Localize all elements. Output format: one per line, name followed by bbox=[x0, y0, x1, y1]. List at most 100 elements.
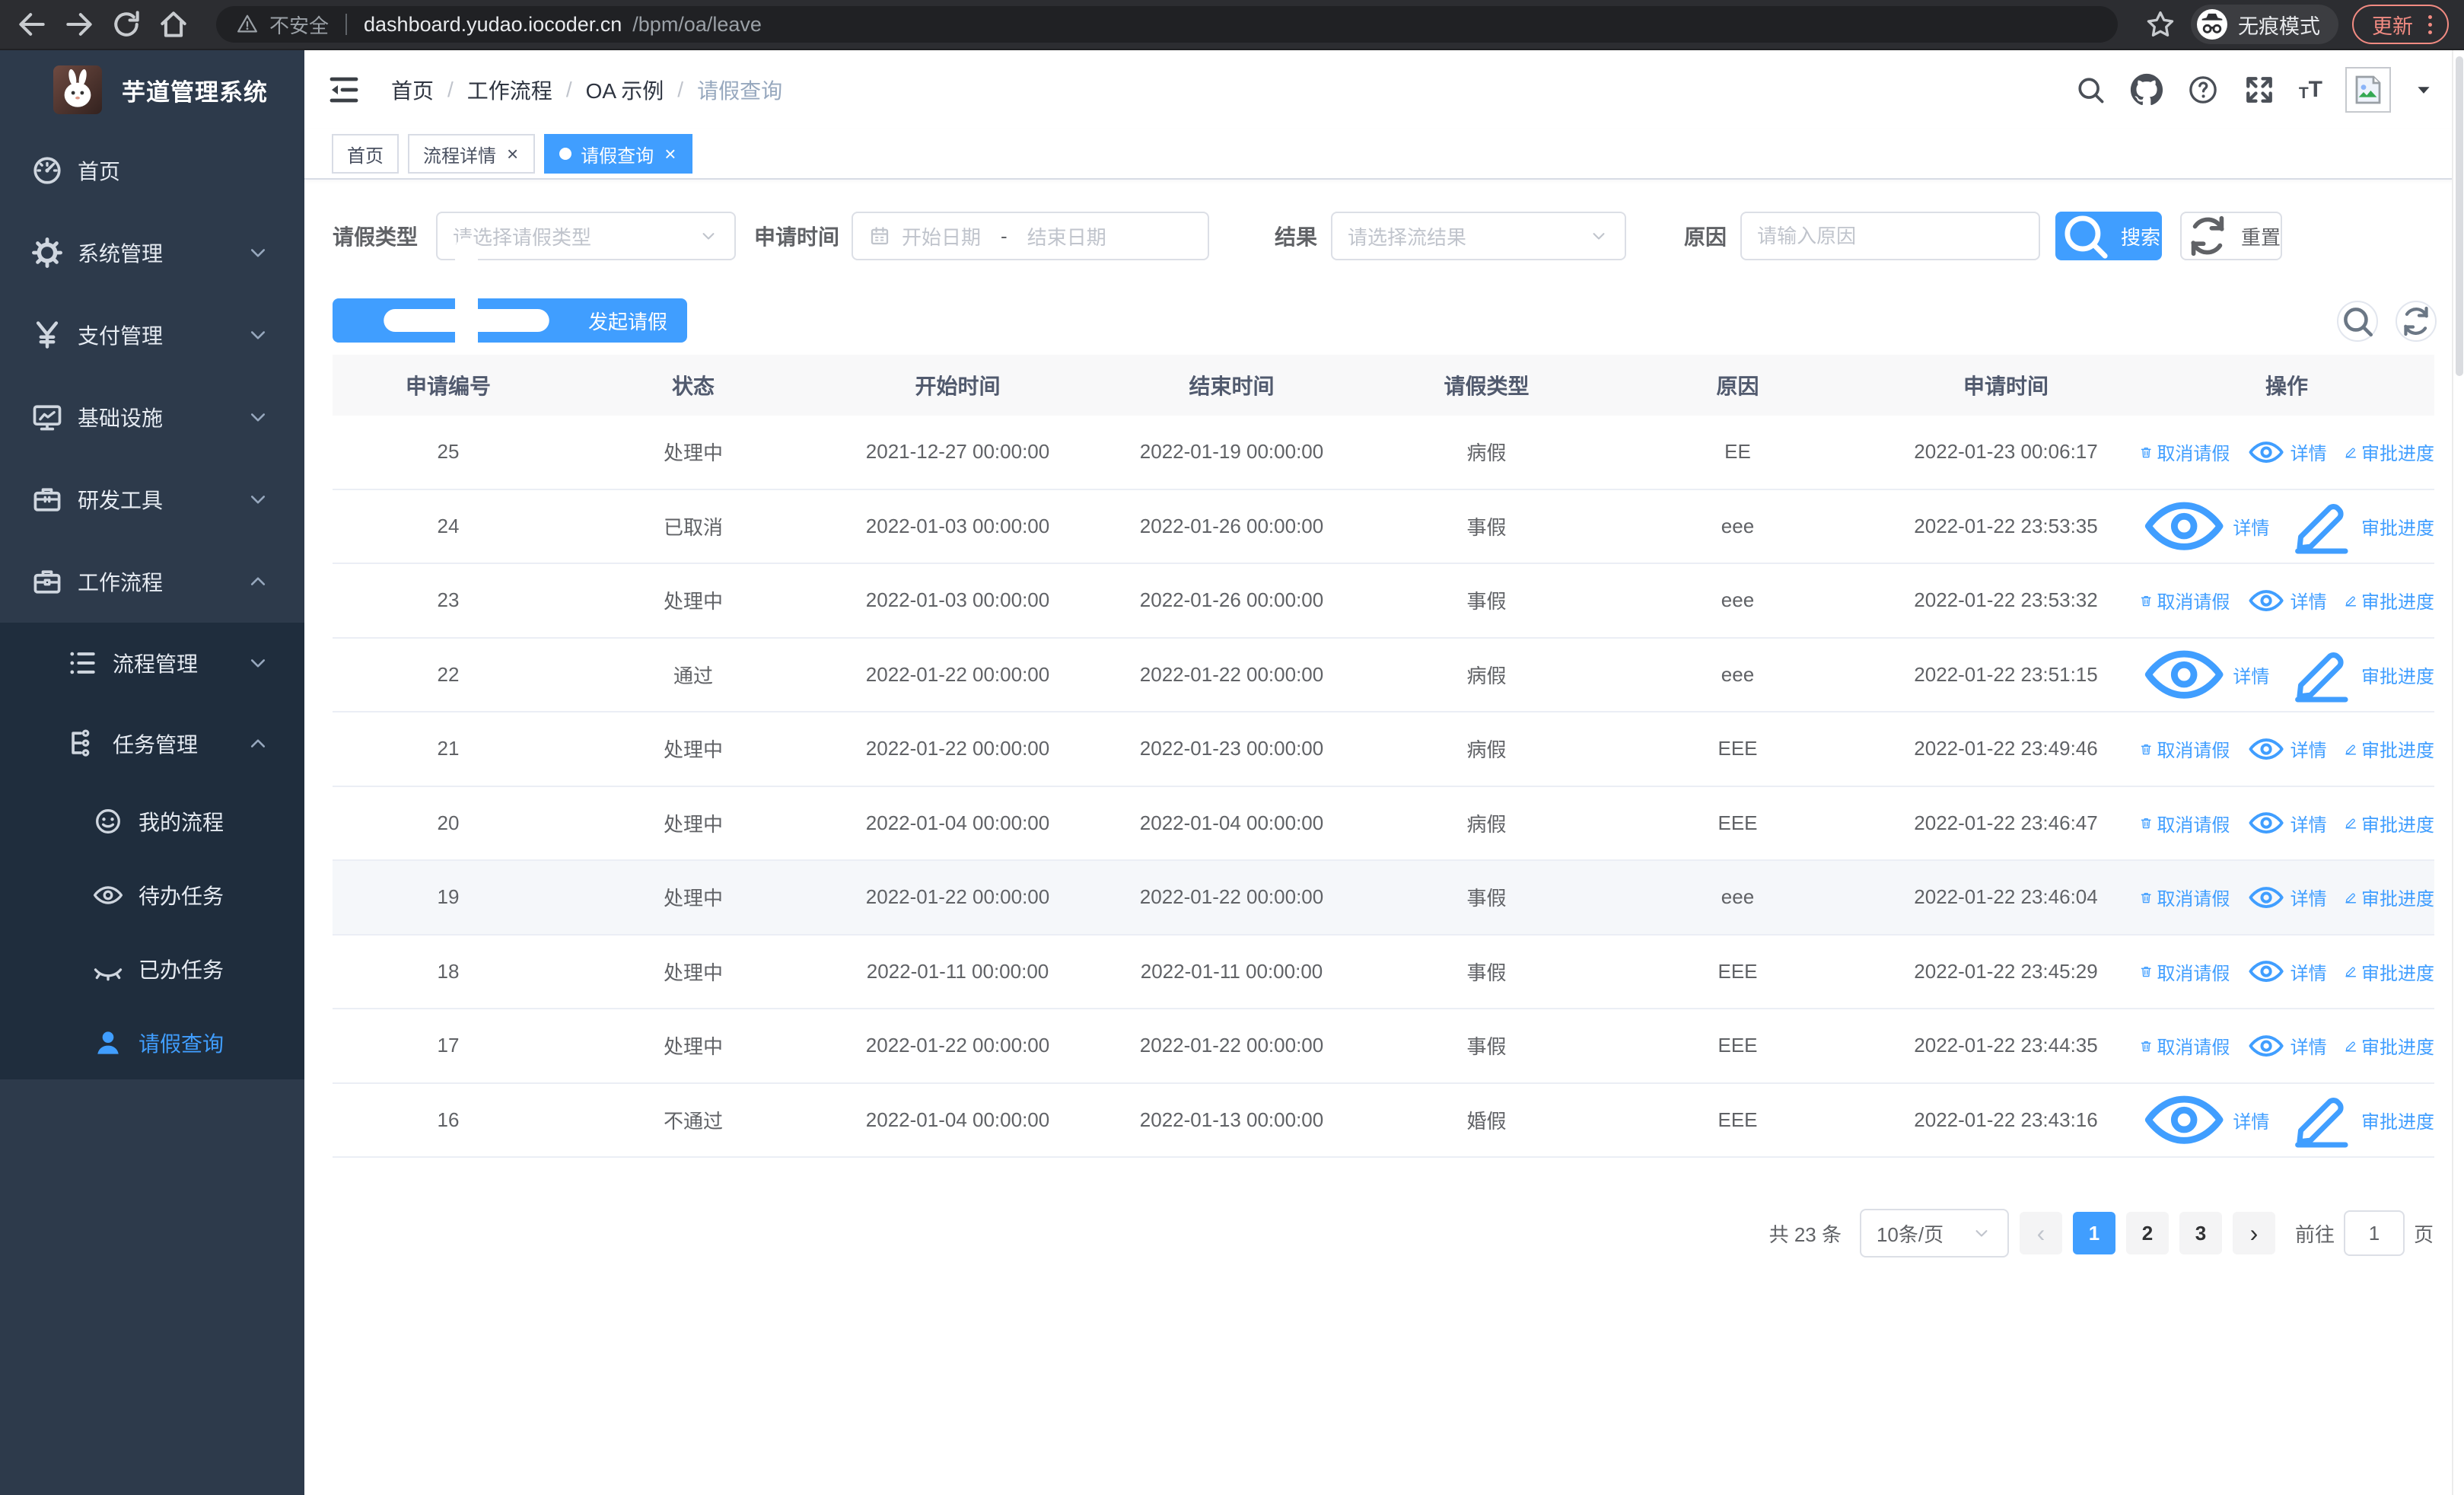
action-label: 详情 bbox=[2290, 1038, 2327, 1059]
detail-link[interactable]: 详情 bbox=[2139, 630, 2269, 719]
cancel-leave-link[interactable]: 取消请假 bbox=[2139, 884, 2230, 910]
refresh-table-button[interactable] bbox=[2396, 301, 2437, 342]
approval-progress-link[interactable]: 审批进度 bbox=[2286, 490, 2434, 562]
next-page-button[interactable]: › bbox=[2232, 1212, 2275, 1254]
avatar[interactable] bbox=[2345, 67, 2391, 113]
trash-icon bbox=[2139, 891, 2153, 904]
detail-link[interactable]: 详情 bbox=[2139, 481, 2269, 571]
sidebar-item-我的流程[interactable]: 我的流程 bbox=[0, 784, 304, 858]
approval-progress-link[interactable]: 审批进度 bbox=[2344, 1032, 2434, 1059]
action-label: 取消请假 bbox=[2157, 592, 2230, 614]
sidebar-item-流程管理[interactable]: 流程管理 bbox=[0, 623, 304, 703]
page-size-select[interactable]: 10条/页 bbox=[1859, 1209, 2009, 1258]
sidebar-item-已办任务[interactable]: 已办任务 bbox=[0, 932, 304, 1006]
approval-progress-link[interactable]: 审批进度 bbox=[2344, 438, 2434, 465]
breadcrumb-item[interactable]: 工作流程 bbox=[467, 75, 552, 105]
action-label: 取消请假 bbox=[2157, 814, 2230, 836]
sidebar-item-研发工具[interactable]: 研发工具 bbox=[0, 458, 304, 540]
tab-close-icon[interactable]: × bbox=[505, 144, 520, 164]
eye-open-icon bbox=[2139, 630, 2229, 719]
cancel-leave-link[interactable]: 取消请假 bbox=[2139, 810, 2230, 837]
app-logo-row[interactable]: 芋道管理系统 bbox=[0, 50, 304, 129]
header-search-icon[interactable] bbox=[2074, 73, 2107, 107]
breadcrumb-item[interactable]: OA 示例 bbox=[586, 75, 664, 105]
browser-reload-icon[interactable] bbox=[110, 8, 143, 41]
create-leave-button[interactable]: 发起请假 bbox=[333, 237, 688, 403]
sidebar-item-系统管理[interactable]: 系统管理 bbox=[0, 212, 304, 294]
approval-progress-link[interactable]: 审批进度 bbox=[2344, 810, 2434, 837]
goto-page-input[interactable] bbox=[2343, 1210, 2405, 1256]
sidebar-collapse-icon[interactable] bbox=[326, 72, 362, 108]
detail-link[interactable]: 详情 bbox=[2246, 729, 2327, 769]
approval-progress-link[interactable]: 审批进度 bbox=[2344, 735, 2434, 762]
pen-icon bbox=[2344, 742, 2357, 756]
browser-forward-icon[interactable] bbox=[62, 8, 96, 41]
reset-button[interactable]: 重置 bbox=[2180, 212, 2283, 260]
detail-link[interactable]: 详情 bbox=[2139, 1075, 2269, 1165]
sidebar-item-首页[interactable]: 首页 bbox=[0, 129, 304, 212]
approval-progress-link[interactable]: 审批进度 bbox=[2286, 1084, 2434, 1156]
github-icon[interactable] bbox=[2130, 73, 2163, 107]
search-button[interactable]: 搜索 bbox=[2055, 212, 2163, 260]
detail-link[interactable]: 详情 bbox=[2246, 952, 2327, 991]
cancel-leave-link[interactable]: 取消请假 bbox=[2139, 587, 2230, 614]
cancel-leave-link[interactable]: 取消请假 bbox=[2139, 1032, 2230, 1059]
detail-link[interactable]: 详情 bbox=[2246, 1026, 2327, 1066]
browser-home-icon[interactable] bbox=[157, 8, 190, 41]
sidebar-item-请假查询[interactable]: 请假查询 bbox=[0, 1006, 304, 1079]
page-scrollbar[interactable] bbox=[2452, 50, 2464, 1495]
cell-actions: 详情 审批进度 bbox=[2139, 630, 2434, 719]
sidebar-item-label: 支付管理 bbox=[78, 324, 164, 348]
prev-page-button[interactable]: ‹ bbox=[2019, 1212, 2062, 1254]
browser-back-icon[interactable] bbox=[15, 8, 49, 41]
filter-form: 请假类型 请选择请假类型 申请时间 开始日期 - 结束日期 结果 请选择流结果 … bbox=[333, 212, 2434, 260]
font-size-icon[interactable]: TT bbox=[2299, 77, 2322, 103]
sidebar-item-label: 流程管理 bbox=[113, 652, 199, 676]
tab-close-icon[interactable]: × bbox=[663, 144, 677, 164]
approval-progress-link[interactable]: 审批进度 bbox=[2286, 639, 2434, 710]
browser-menu-icon[interactable] bbox=[2424, 14, 2437, 34]
sidebar-item-工作流程[interactable]: 工作流程 bbox=[0, 540, 304, 623]
cell-end-time: 2022-01-22 00:00:00 bbox=[1139, 1034, 1324, 1057]
user-menu-caret-icon[interactable] bbox=[2414, 80, 2434, 100]
cancel-leave-link[interactable]: 取消请假 bbox=[2139, 958, 2230, 985]
toggle-search-button[interactable] bbox=[2337, 301, 2378, 342]
address-bar[interactable]: 不安全 dashboard.yudao.iocoder.cn/bpm/oa/le… bbox=[216, 6, 2118, 43]
approval-progress-link[interactable]: 审批进度 bbox=[2344, 587, 2434, 614]
breadcrumb-item[interactable]: 首页 bbox=[391, 75, 434, 105]
sidebar-item-任务管理[interactable]: 任务管理 bbox=[0, 703, 304, 784]
sidebar-item-支付管理[interactable]: 支付管理 bbox=[0, 294, 304, 376]
sidebar-item-待办任务[interactable]: 待办任务 bbox=[0, 858, 304, 932]
page-button-2[interactable]: 2 bbox=[2125, 1212, 2169, 1254]
result-select[interactable]: 请选择流结果 bbox=[1331, 212, 1627, 260]
tag-view-bar: 首页 流程详情 × 请假查询 × bbox=[304, 129, 2464, 180]
fullscreen-icon[interactable] bbox=[2243, 73, 2276, 107]
trash-icon bbox=[2139, 445, 2153, 459]
help-icon[interactable] bbox=[2186, 73, 2220, 107]
cell-status: 处理中 bbox=[663, 812, 723, 836]
approval-progress-link[interactable]: 审批进度 bbox=[2344, 958, 2434, 985]
cancel-leave-link[interactable]: 取消请假 bbox=[2139, 735, 2230, 762]
detail-link[interactable]: 详情 bbox=[2246, 581, 2327, 620]
sidebar-item-基础设施[interactable]: 基础设施 bbox=[0, 376, 304, 458]
breadcrumb-separator: / bbox=[447, 78, 454, 101]
cancel-leave-link[interactable]: 取消请假 bbox=[2139, 438, 2230, 465]
reason-input[interactable] bbox=[1757, 224, 2024, 248]
page-button-3[interactable]: 3 bbox=[2179, 1212, 2222, 1254]
detail-link[interactable]: 详情 bbox=[2246, 432, 2327, 472]
scrollbar-thumb[interactable] bbox=[2456, 56, 2463, 376]
action-label: 详情 bbox=[2290, 814, 2327, 836]
cell-leave-type: 病假 bbox=[1466, 738, 1507, 762]
tab-首页[interactable]: 首页 bbox=[332, 134, 399, 174]
detail-link[interactable]: 详情 bbox=[2246, 878, 2327, 917]
eye-closed-icon bbox=[91, 952, 125, 986]
tab-流程详情[interactable]: 流程详情 × bbox=[408, 134, 536, 174]
page-button-1[interactable]: 1 bbox=[2072, 1212, 2115, 1254]
tab-请假查询[interactable]: 请假查询 × bbox=[544, 134, 693, 174]
bookmark-star-icon[interactable] bbox=[2144, 8, 2177, 41]
detail-link[interactable]: 详情 bbox=[2246, 803, 2327, 843]
apply-time-range-picker[interactable]: 开始日期 - 结束日期 bbox=[852, 212, 1210, 260]
approval-progress-link[interactable]: 审批进度 bbox=[2344, 884, 2434, 910]
browser-update-button[interactable]: 更新 bbox=[2352, 5, 2449, 44]
cell-end-time: 2022-01-26 00:00:00 bbox=[1139, 514, 1324, 537]
